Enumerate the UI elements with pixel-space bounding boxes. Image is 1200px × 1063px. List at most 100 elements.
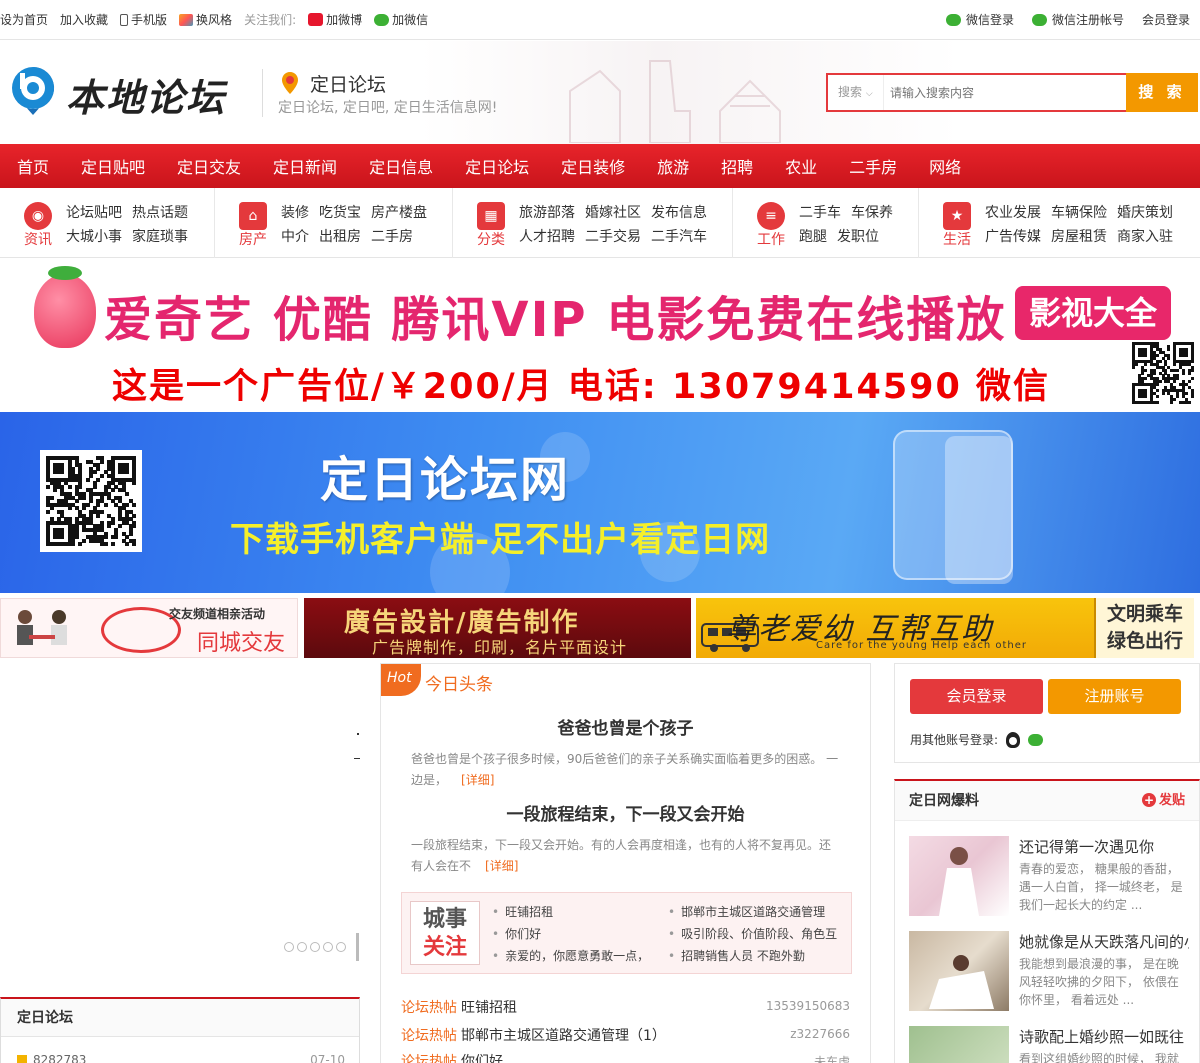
slider-dot[interactable]: [310, 942, 320, 952]
nav-item-network[interactable]: 网络: [929, 154, 961, 178]
hot-post-row[interactable]: 论坛热帖 你们好 未东虎: [401, 1051, 850, 1063]
city-focus-link[interactable]: 招聘销售人员 不跑外勤: [668, 945, 837, 967]
category-link[interactable]: 发布信息: [651, 205, 707, 221]
category-label[interactable]: 生活: [943, 229, 971, 249]
design-ad[interactable]: 廣告設計/廣告制作 广告牌制作，印刷，名片平面设计: [304, 598, 691, 658]
bride-photo[interactable]: [909, 1026, 1009, 1063]
baoliao-item[interactable]: 她就像是从天跌落凡间的小 我能想到最浪漫的事， 是在晚风轻轻吹拂的夕阳下， 依偎…: [909, 931, 1189, 1015]
set-homepage-link[interactable]: 设为首页: [0, 11, 48, 28]
forum-row[interactable]: 8282783 07-10: [17, 1053, 345, 1063]
city-focus-link[interactable]: 亲爱的，你愿意勇敢一点，: [492, 945, 649, 967]
article-title[interactable]: 一段旅程结束，下一段又会开始: [411, 800, 840, 825]
category-link[interactable]: 出租房: [319, 229, 361, 245]
member-login-link[interactable]: 会员登录: [1142, 11, 1190, 28]
category-link[interactable]: 中介: [281, 229, 309, 245]
baoliao-item-title[interactable]: 还记得第一次遇见你: [1019, 836, 1189, 857]
city-focus-link[interactable]: 邯郸市主城区道路交通管理: [668, 901, 837, 923]
nav-item-forum[interactable]: 定日论坛: [465, 154, 529, 178]
bride-photo[interactable]: [909, 931, 1009, 1011]
post-button[interactable]: + 发贴: [1141, 781, 1185, 821]
civility-ad[interactable]: 尊老爱幼 互帮互助 Care for the young Help each o…: [696, 598, 1194, 658]
hot-post-title[interactable]: 你们好: [461, 1054, 503, 1063]
member-login-button[interactable]: 会员登录: [910, 679, 1043, 714]
category-link[interactable]: 房屋租赁: [1051, 229, 1107, 245]
category-label[interactable]: 分类: [477, 229, 505, 249]
article-detail-link[interactable]: [详细]: [461, 773, 494, 787]
category-link[interactable]: 旅游部落: [519, 205, 575, 221]
hot-post-row[interactable]: 论坛热帖 邯郸市主城区道路交通管理（1） z3227666: [401, 1025, 850, 1045]
site-logo-icon[interactable]: [10, 65, 56, 117]
category-label[interactable]: 资讯: [24, 229, 52, 249]
weixin-link[interactable]: 加微信: [374, 11, 428, 28]
category-link[interactable]: 车辆保险: [1051, 205, 1107, 221]
category-link[interactable]: 二手汽车: [651, 229, 707, 245]
hot-post-title[interactable]: 邯郸市主城区道路交通管理（1）: [461, 1028, 666, 1044]
category-link[interactable]: 车保养: [851, 205, 893, 221]
category-label[interactable]: 工作: [757, 229, 785, 249]
article-title[interactable]: 爸爸也曾是个孩子: [411, 714, 840, 739]
baoliao-item-title[interactable]: 她就像是从天跌落凡间的小: [1019, 931, 1189, 952]
change-skin-link[interactable]: 换风格: [179, 11, 232, 28]
baoliao-item[interactable]: 还记得第一次遇见你 青春的爱恋， 糖果般的香甜，遇一人白首， 择一城终老， 是我…: [909, 836, 1189, 920]
site-logo-text[interactable]: 本地论坛: [66, 67, 226, 122]
dating-ad[interactable]: 交友频道相亲活动 同城交友: [0, 598, 298, 658]
category-link[interactable]: 二手交易: [585, 229, 641, 245]
wechat-login-link[interactable]: 微信登录: [945, 11, 1014, 28]
category-link[interactable]: 发职位: [837, 229, 879, 245]
search-type-select[interactable]: 搜索 ⌵: [828, 75, 884, 110]
category-link[interactable]: 广告传媒: [985, 229, 1041, 245]
nav-item-agriculture[interactable]: 农业: [785, 154, 817, 178]
app-download-banner[interactable]: 定日论坛网 下载手机客户端-足不出户看定日网: [0, 412, 1200, 593]
category-link[interactable]: 家庭琐事: [132, 229, 188, 245]
category-link[interactable]: 二手车: [799, 205, 841, 221]
forum-box-title[interactable]: 定日论坛: [1, 999, 359, 1037]
category-link[interactable]: 吃货宝: [319, 205, 361, 221]
nav-item-jobs[interactable]: 招聘: [721, 154, 753, 178]
slider-dot[interactable]: [284, 942, 294, 952]
nav-item-travel[interactable]: 旅游: [657, 154, 689, 178]
slider-dot[interactable]: [297, 942, 307, 952]
nav-item-decoration[interactable]: 定日装修: [561, 154, 625, 178]
hot-post-title[interactable]: 旺铺招租: [461, 1000, 517, 1016]
nav-item-home[interactable]: 首页: [17, 154, 49, 178]
wechat-register-link[interactable]: 微信注册帐号: [1031, 11, 1124, 28]
category-link[interactable]: 热点话题: [132, 205, 188, 221]
video-ad-banner[interactable]: 爱奇艺 优酷 腾讯VIP 电影免费在线播放 影视大全 这是一个广告位/￥200/…: [0, 258, 1200, 412]
baoliao-item[interactable]: 诗歌配上婚纱照一如既往 看到这组婚纱照的时候， 我就: [909, 1026, 1189, 1063]
category-link[interactable]: 婚嫁社区: [585, 205, 641, 221]
register-button[interactable]: 注册账号: [1048, 679, 1181, 714]
category-link[interactable]: 论坛贴吧: [66, 205, 122, 221]
article-detail-link[interactable]: [详细]: [485, 859, 518, 873]
qq-login-icon[interactable]: [1006, 731, 1021, 748]
city-focus-link[interactable]: 旺铺招租: [492, 901, 649, 923]
nav-item-second-hand-house[interactable]: 二手房: [849, 154, 897, 178]
add-favorite-link[interactable]: 加入收藏: [60, 11, 108, 28]
nav-item-info[interactable]: 定日信息: [369, 154, 433, 178]
slider-scroll-handle[interactable]: [356, 933, 359, 961]
weibo-link[interactable]: 加微博: [308, 11, 362, 28]
bride-photo[interactable]: [909, 836, 1009, 916]
category-link[interactable]: 装修: [281, 205, 309, 221]
nav-item-news[interactable]: 定日新闻: [273, 154, 337, 178]
hot-post-row[interactable]: 论坛热帖 旺铺招租 13539150683: [401, 997, 850, 1017]
category-link[interactable]: 商家入驻: [1117, 229, 1173, 245]
image-slider[interactable]: [0, 663, 360, 963]
category-link[interactable]: 农业发展: [985, 205, 1041, 221]
category-link[interactable]: 人才招聘: [519, 229, 575, 245]
city-focus-link[interactable]: 吸引阶段、价值阶段、角色互: [668, 923, 837, 945]
category-label[interactable]: 房产: [239, 229, 267, 249]
slider-dot[interactable]: [323, 942, 333, 952]
baoliao-item-title[interactable]: 诗歌配上婚纱照一如既往: [1019, 1026, 1189, 1047]
category-link[interactable]: 跑腿: [799, 229, 827, 245]
nav-item-tieba[interactable]: 定日贴吧: [81, 154, 145, 178]
nav-item-dating[interactable]: 定日交友: [177, 154, 241, 178]
search-input[interactable]: [890, 80, 1120, 105]
mobile-version-link[interactable]: 手机版: [120, 11, 167, 28]
wechat-login-icon[interactable]: [1028, 733, 1044, 746]
city-focus-link[interactable]: 你们好: [492, 923, 649, 945]
slider-dot[interactable]: [336, 942, 346, 952]
category-link[interactable]: 二手房: [371, 229, 413, 245]
category-link[interactable]: 房产楼盘: [371, 205, 427, 221]
category-link[interactable]: 大城小事: [66, 229, 122, 245]
search-button[interactable]: 搜 索: [1126, 73, 1198, 112]
